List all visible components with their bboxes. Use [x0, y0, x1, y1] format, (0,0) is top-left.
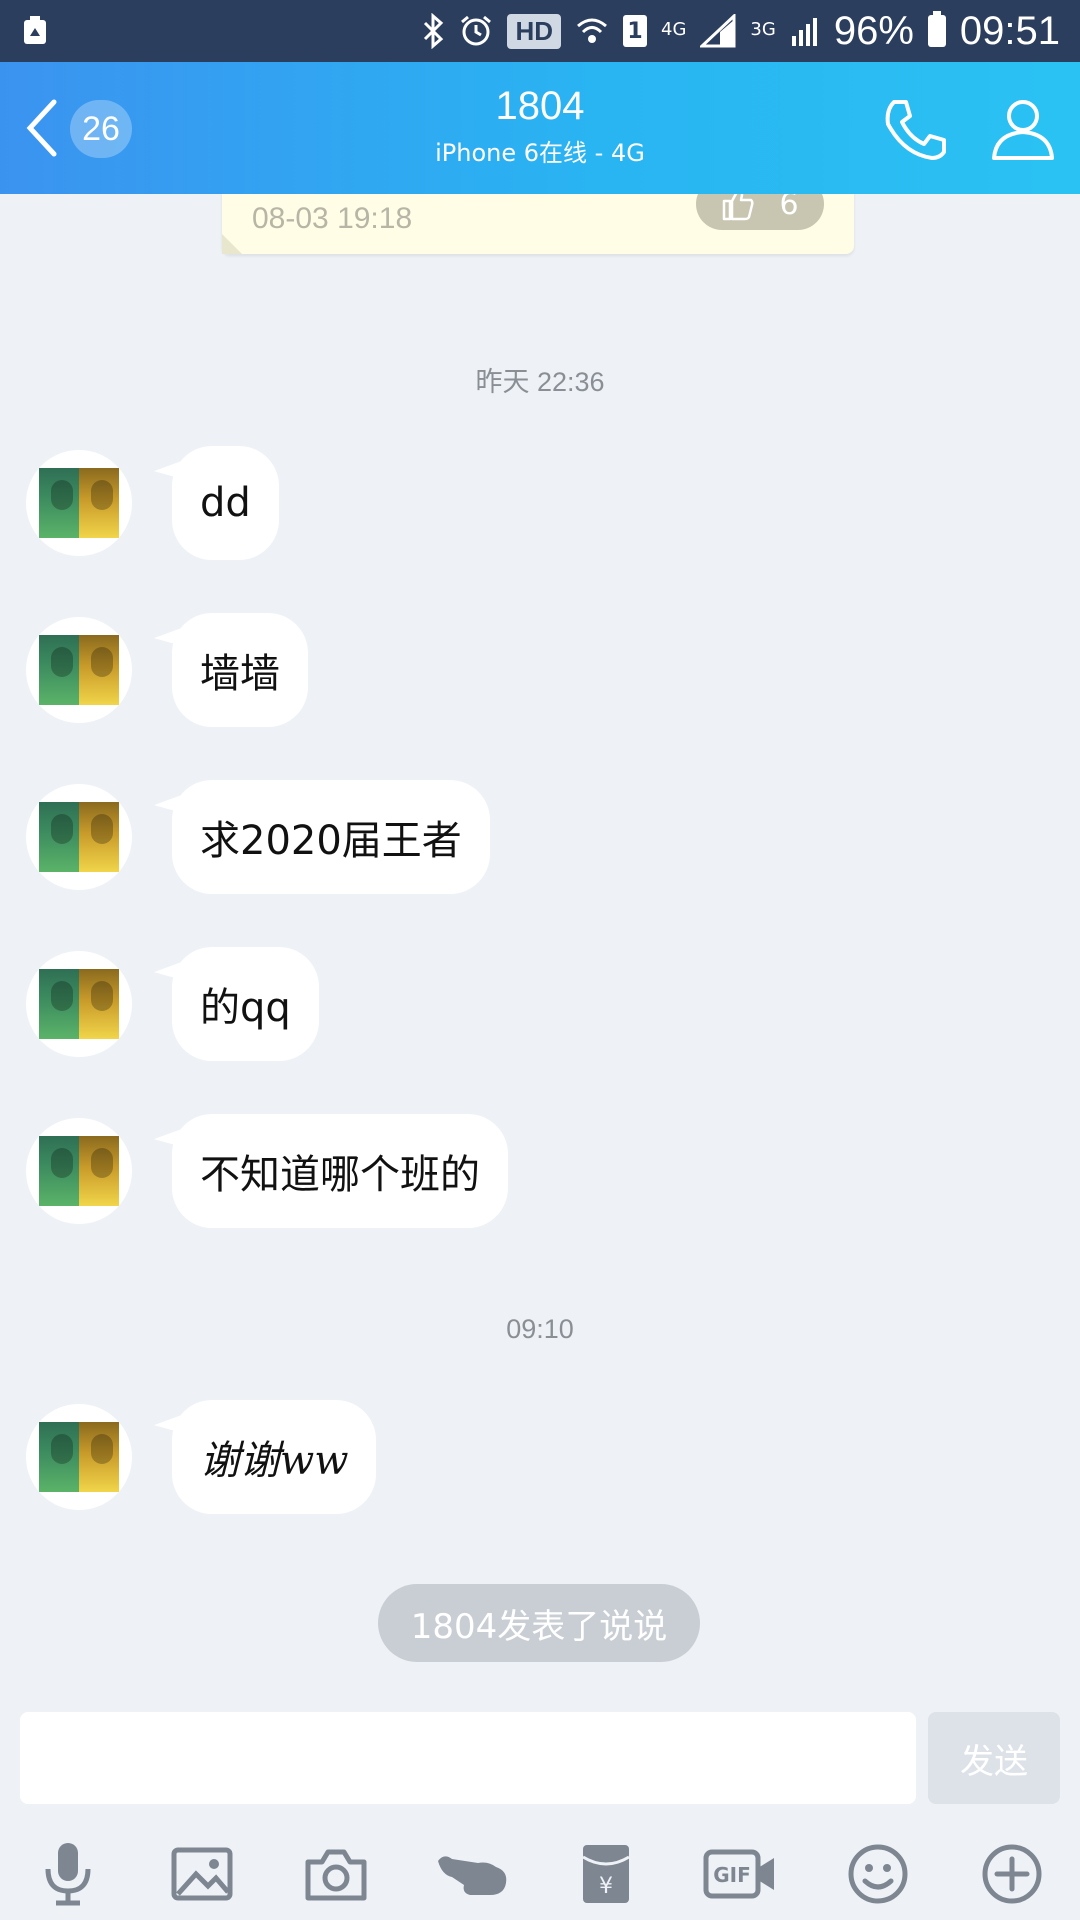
message-row: 的qq: [0, 947, 1080, 1071]
message-row: 墙墙: [0, 613, 1080, 737]
message-bubble[interactable]: 的qq: [172, 947, 319, 1061]
message-list[interactable]: 08-03 19:18 6 昨天 22:36 dd 墙墙 求2020届王者 的q…: [0, 194, 1080, 1710]
signal-3g-icon: [790, 14, 820, 48]
battery-icon: [927, 11, 946, 47]
message-row: dd: [0, 446, 1080, 570]
message-row: 求2020届王者: [0, 780, 1080, 904]
phone-icon: [885, 100, 946, 160]
gif-icon[interactable]: GIF: [700, 1834, 780, 1914]
sim-badge: 1: [623, 15, 648, 47]
hd-badge: HD: [507, 13, 562, 49]
like-count: 6: [779, 194, 799, 222]
shared-note-card[interactable]: 08-03 19:18 6: [222, 194, 854, 254]
like-button[interactable]: 6: [696, 194, 824, 230]
svg-text:¥: ¥: [599, 1874, 613, 1899]
camera-icon[interactable]: [296, 1834, 376, 1914]
signal-icon: [700, 14, 736, 48]
call-button[interactable]: [880, 94, 950, 164]
chat-header: 26 1804 iPhone 6在线 - 4G: [0, 62, 1080, 194]
note-time: 08-03 19:18: [252, 202, 413, 235]
avatar[interactable]: [26, 450, 132, 556]
status-bar: HD 1 4G 3G 96% 09:51: [0, 0, 1080, 62]
thumbs-up-icon: [723, 194, 755, 221]
message-bubble[interactable]: dd: [172, 446, 279, 560]
bluetooth-icon: [421, 13, 445, 49]
message-bubble[interactable]: 谢谢ww: [172, 1400, 377, 1514]
poke-icon[interactable]: [432, 1834, 512, 1914]
svg-text:GIF: GIF: [713, 1863, 751, 1887]
clock: 09:51: [959, 8, 1060, 53]
message-row: 不知道哪个班的: [0, 1114, 1080, 1238]
alarm-icon: [459, 14, 493, 48]
microphone-icon[interactable]: [28, 1834, 108, 1914]
timestamp-divider: 09:10: [506, 1314, 574, 1344]
composer: 发送: [0, 1710, 1080, 1820]
message-bubble[interactable]: 墙墙: [172, 613, 308, 727]
profile-icon: [992, 100, 1054, 160]
profile-button[interactable]: [988, 94, 1058, 164]
message-bubble[interactable]: 求2020届王者: [172, 780, 490, 894]
battery-percent: 96%: [833, 8, 914, 53]
send-button[interactable]: 发送: [928, 1712, 1060, 1804]
timestamp-divider: 昨天 22:36: [475, 367, 605, 397]
input-toolbar: ¥ GIF: [0, 1820, 1080, 1920]
red-packet-icon[interactable]: ¥: [566, 1834, 646, 1914]
network-3g-label: 3G: [750, 18, 776, 40]
avatar[interactable]: [26, 1404, 132, 1510]
avatar[interactable]: [26, 784, 132, 890]
message-input[interactable]: [20, 1712, 916, 1804]
message-bubble[interactable]: 不知道哪个班的: [172, 1114, 508, 1228]
avatar[interactable]: [26, 1118, 132, 1224]
wifi-icon: [575, 14, 609, 48]
avatar[interactable]: [26, 617, 132, 723]
message-row: 谢谢ww: [0, 1400, 1080, 1524]
plus-icon[interactable]: [972, 1834, 1052, 1914]
avatar[interactable]: [26, 951, 132, 1057]
recycle-icon: [22, 16, 48, 46]
image-icon[interactable]: [162, 1834, 242, 1914]
network-4g-label: 4G: [661, 18, 687, 40]
system-notice[interactable]: 1804发表了说说: [378, 1584, 700, 1662]
emoji-icon[interactable]: [838, 1834, 918, 1914]
